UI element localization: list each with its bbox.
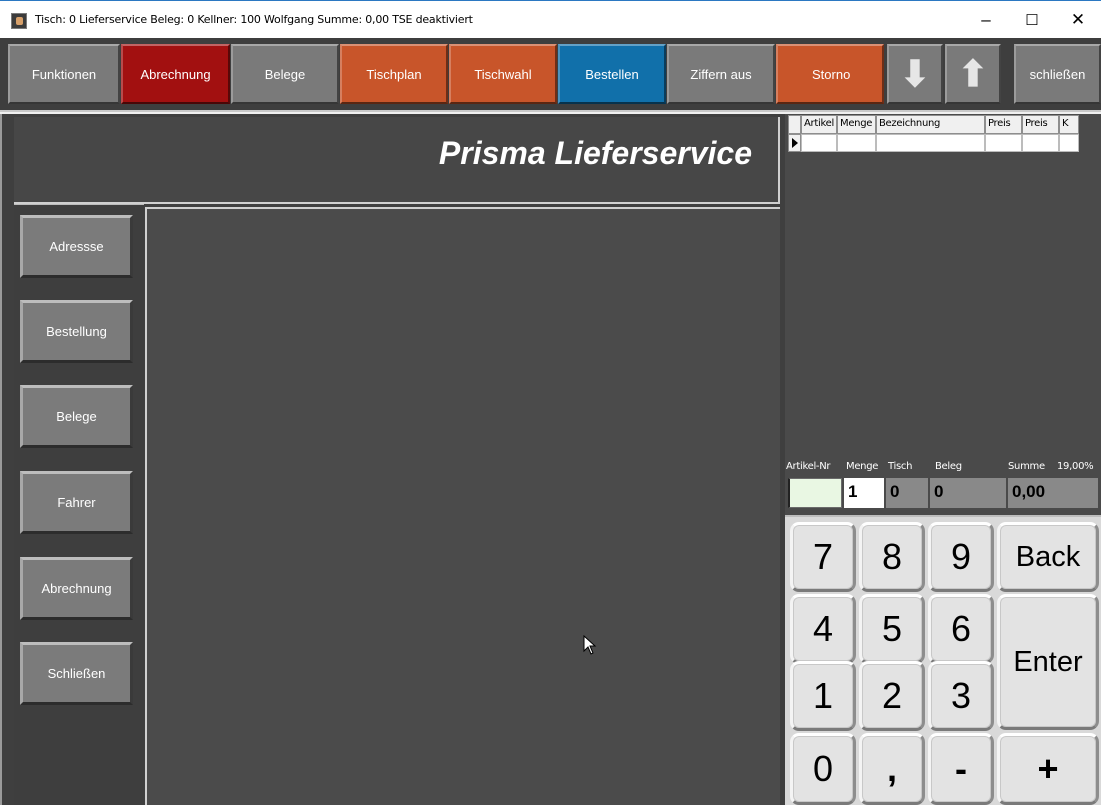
table-cell[interactable] (801, 134, 837, 152)
minus-key[interactable]: - (928, 733, 994, 805)
sidebar-item-adresse[interactable]: Adressse (20, 215, 133, 278)
key-3[interactable]: 3 (928, 661, 994, 731)
key-0[interactable]: 0 (790, 733, 856, 805)
scroll-down-button[interactable]: ⬇ (887, 44, 943, 104)
column-header-preis[interactable]: Preis (985, 115, 1022, 134)
row-selector-icon[interactable] (788, 134, 801, 152)
key-8[interactable]: 8 (859, 522, 925, 592)
window-title: Tisch: 0 Lieferservice Beleg: 0 Kellner:… (35, 13, 473, 26)
table-cell[interactable] (876, 134, 985, 152)
table-cell[interactable] (837, 134, 876, 152)
abrechnung-button[interactable]: Abrechnung (121, 44, 230, 104)
funktionen-button[interactable]: Funktionen (8, 44, 120, 104)
minimize-button[interactable]: – (963, 1, 1009, 39)
tisch-label: Tisch (888, 461, 913, 472)
tischwahl-button[interactable]: Tischwahl (449, 44, 557, 104)
column-header-bezeichnung[interactable]: Bezeichnung (876, 115, 985, 134)
table-corner (788, 115, 801, 134)
key-9[interactable]: 9 (928, 522, 994, 592)
app-icon (11, 13, 27, 29)
key-6[interactable]: 6 (928, 594, 994, 664)
summe-field: 0,00 (1008, 478, 1098, 508)
main-toolbar: Funktionen Abrechnung Belege Tischplan T… (0, 38, 1101, 112)
key-4[interactable]: 4 (790, 594, 856, 664)
close-button[interactable]: ✕ (1055, 1, 1101, 39)
ziffern-aus-button[interactable]: Ziffern aus (667, 44, 775, 104)
schliessen-button[interactable]: schließen (1014, 44, 1101, 104)
belege-button[interactable]: Belege (231, 44, 339, 104)
beleg-label: Beleg (935, 461, 962, 472)
comma-key[interactable]: , (859, 733, 925, 805)
sidebar-item-fahrer[interactable]: Fahrer (20, 471, 133, 534)
tisch-field: 0 (886, 478, 928, 508)
artikel-nr-label: Artikel-Nr (786, 461, 831, 472)
key-7[interactable]: 7 (790, 522, 856, 592)
enter-key[interactable]: Enter (997, 594, 1099, 730)
content-area[interactable] (145, 207, 780, 805)
summe-label: Summe (1008, 461, 1045, 472)
sidebar-item-belege[interactable]: Belege (20, 385, 133, 448)
key-2[interactable]: 2 (859, 661, 925, 731)
bestellen-button[interactable]: Bestellen (558, 44, 666, 104)
menge-label: Menge (846, 461, 879, 472)
menge-field[interactable]: 1 (844, 478, 884, 508)
back-key[interactable]: Back (997, 522, 1099, 592)
arrow-down-icon: ⬇ (899, 53, 931, 94)
column-header-artikel[interactable]: Artikel (801, 115, 837, 134)
order-table[interactable]: Artikel Menge Bezeichnung Preis Preis K (788, 115, 1079, 155)
column-header-menge[interactable]: Menge (837, 115, 876, 134)
page-title: Prisma Lieferservice (438, 135, 752, 171)
tischplan-button[interactable]: Tischplan (340, 44, 448, 104)
sidebar-item-schliessen[interactable]: Schließen (20, 642, 133, 705)
key-1[interactable]: 1 (790, 661, 856, 731)
column-header-k[interactable]: K (1059, 115, 1079, 134)
column-header-preis-total[interactable]: Preis (1022, 115, 1059, 134)
table-cell[interactable] (985, 134, 1022, 152)
key-5[interactable]: 5 (859, 594, 925, 664)
tax-rate-label: 19,00% (1057, 461, 1094, 472)
sidebar-item-bestellung[interactable]: Bestellung (20, 300, 133, 363)
plus-key[interactable]: + (997, 733, 1099, 805)
beleg-field: 0 (930, 478, 1006, 508)
table-cell[interactable] (1059, 134, 1079, 152)
mouse-cursor-icon (583, 635, 597, 655)
title-bar: Tisch: 0 Lieferservice Beleg: 0 Kellner:… (0, 0, 1101, 38)
sidebar-item-abrechnung[interactable]: Abrechnung (20, 557, 133, 620)
scroll-up-button[interactable]: ⬆ (945, 44, 1001, 104)
header-panel: Prisma Lieferservice (14, 117, 780, 204)
table-cell[interactable] (1022, 134, 1059, 152)
artikel-nr-input[interactable] (788, 478, 842, 508)
storno-button[interactable]: Storno (776, 44, 884, 104)
arrow-up-icon: ⬆ (957, 53, 989, 94)
maximize-button[interactable]: ☐ (1009, 1, 1055, 39)
